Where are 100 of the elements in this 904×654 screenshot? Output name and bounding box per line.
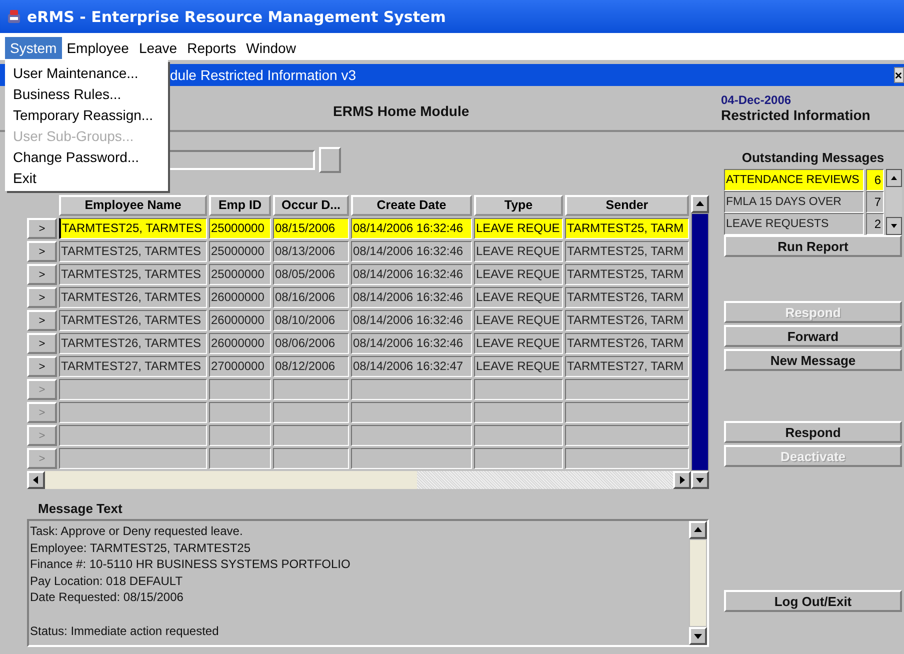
table-cell: TARMTEST25, TARM	[565, 241, 689, 262]
column-header[interactable]: Emp ID	[209, 195, 271, 216]
message-count: 7	[866, 191, 884, 213]
table-cell: TARMTEST25, TARMTES	[59, 241, 207, 262]
message-paragraph: Status: Immediate action requested	[30, 622, 220, 639]
menu-entry[interactable]: User Maintenance...	[13, 63, 168, 84]
table-cell: TARMTEST26, TARMTES	[59, 333, 207, 354]
table-cell: TARMTEST27, TARM	[565, 356, 689, 377]
app-icon	[6, 8, 22, 24]
table-cell: 08/14/2006 16:32:46	[351, 218, 472, 239]
window-title: eRMS - Enterprise Resource Management System	[27, 8, 446, 26]
table-cell: 08/15/2006	[273, 218, 349, 239]
message-category[interactable]: ATTENDANCE REVIEWS	[724, 169, 864, 191]
column-header[interactable]: Sender	[565, 195, 689, 216]
message-paragraph: Task: Approve or Deny requested leave. Employee: TARMTEST25, TARMTEST25 Finance #: 10-5110 HR BUSINESS SYSTEMS PORTFOLIO Pay Location: 018 DEFAULT Date Requested: 08/15/2006	[30, 523, 352, 606]
close-icon	[895, 72, 902, 78]
action-button[interactable]: Forward	[724, 325, 902, 347]
table-cell: TARMTEST25, TARMTES	[59, 264, 207, 285]
lookup-button[interactable]	[319, 147, 341, 173]
table-cell: TARMTEST25, TARM	[565, 264, 689, 285]
down-arrow-icon	[696, 476, 704, 484]
message-text-label: Message Text	[38, 501, 124, 516]
menu-entry[interactable]: Exit	[13, 168, 168, 189]
table-cell: LEAVE REQUE	[474, 218, 563, 239]
vertical-scrollbar[interactable]	[691, 195, 709, 489]
table-cell: 08/06/2006	[273, 333, 349, 354]
menu-entry[interactable]: Change Password...	[13, 147, 168, 168]
table-cell: 08/14/2006 16:32:46	[351, 333, 472, 354]
table-cell: 26000000	[209, 287, 271, 308]
module-title: ERMS Home Module	[333, 103, 470, 119]
action-button[interactable]: Run Report	[724, 235, 902, 257]
table-cell: 08/14/2006 16:32:46	[351, 287, 472, 308]
table-cell	[209, 379, 271, 400]
column-header[interactable]: Occur D...	[273, 195, 349, 216]
table-cell: 08/14/2006 16:32:47	[351, 356, 472, 377]
horizontal-scrollbar[interactable]	[27, 471, 691, 489]
up-arrow-icon	[891, 176, 897, 180]
row-select-button[interactable]: >	[27, 287, 57, 308]
action-button[interactable]: New Message	[724, 349, 902, 371]
table-cell: 08/14/2006 16:32:46	[351, 241, 472, 262]
menu-item[interactable]: Employee	[62, 36, 134, 58]
table-cell: LEAVE REQUE	[474, 310, 563, 331]
table-cell: 08/10/2006	[273, 310, 349, 331]
table-cell: 25000000	[209, 241, 271, 262]
close-button[interactable]	[894, 67, 904, 83]
table-cell: 25000000	[209, 218, 271, 239]
row-select-button[interactable]: >	[27, 264, 57, 285]
row-select-button[interactable]: >	[27, 310, 57, 331]
table-cell: LEAVE REQUE	[474, 264, 563, 285]
table-cell: TARMTEST26, TARM	[565, 310, 689, 331]
column-header[interactable]: Create Date	[351, 195, 472, 216]
table-cell	[209, 402, 271, 423]
table-cell: 27000000	[209, 356, 271, 377]
menu-item[interactable]: Window	[241, 36, 301, 58]
action-button[interactable]: Log Out/Exit	[724, 590, 902, 612]
up-arrow-icon	[694, 526, 702, 534]
table-cell: LEAVE REQUE	[474, 287, 563, 308]
list-scrollbar[interactable]	[886, 169, 902, 235]
down-arrow-icon	[891, 224, 897, 228]
table-cell: 08/12/2006	[273, 356, 349, 377]
table-cell: 08/14/2006 16:32:46	[351, 310, 472, 331]
menu-item[interactable]: Leave	[134, 36, 182, 58]
message-category[interactable]: LEAVE REQUESTS	[724, 213, 864, 235]
message-count: 6	[866, 169, 884, 191]
date-label: 04-Dec-2006	[721, 93, 792, 107]
row-select-button[interactable]: >	[27, 356, 57, 377]
restricted-label: Restricted Information	[721, 107, 870, 123]
action-button[interactable]: Respond	[724, 421, 902, 443]
table-cell: 08/14/2006 16:32:46	[351, 264, 472, 285]
right-arrow-icon	[678, 476, 686, 484]
row-select-button[interactable]: >	[27, 218, 57, 239]
row-select-button[interactable]: >	[27, 241, 57, 262]
menu-entry[interactable]: Business Rules...	[13, 84, 168, 105]
message-count: 2	[866, 213, 884, 235]
table-cell: TARMTEST27, TARMTES	[59, 356, 207, 377]
message-text-field[interactable]	[27, 519, 709, 647]
table-cell: 26000000	[209, 333, 271, 354]
column-header[interactable]: Employee Name	[59, 195, 207, 216]
table-cell: TARMTEST26, TARM	[565, 333, 689, 354]
table-cell: 08/13/2006	[273, 241, 349, 262]
table-cell	[209, 448, 271, 469]
down-arrow-icon	[694, 632, 702, 640]
vertical-scrollbar[interactable]	[689, 521, 707, 645]
table-cell: TARMTEST25, TARM	[565, 218, 689, 239]
menu-item[interactable]: Reports	[182, 36, 242, 58]
inner-window-title: dule Restricted Information v3	[170, 67, 356, 83]
table-cell: TARMTEST26, TARMTES	[59, 287, 207, 308]
row-select-button[interactable]: >	[27, 333, 57, 354]
column-header[interactable]: Type	[474, 195, 563, 216]
left-arrow-icon	[32, 476, 40, 484]
menu-item[interactable]: System	[5, 36, 62, 58]
table-cell: TARMTEST26, TARMTES	[59, 310, 207, 331]
table-cell: LEAVE REQUE	[474, 356, 563, 377]
table-cell: TARMTEST26, TARM	[565, 287, 689, 308]
table-cell	[209, 425, 271, 446]
table-cell: LEAVE REQUE	[474, 241, 563, 262]
table-cell: 25000000	[209, 264, 271, 285]
message-category[interactable]: FMLA 15 DAYS OVER	[724, 191, 864, 213]
menu-entry[interactable]: Temporary Reassign...	[13, 105, 168, 126]
table-cell: 26000000	[209, 310, 271, 331]
